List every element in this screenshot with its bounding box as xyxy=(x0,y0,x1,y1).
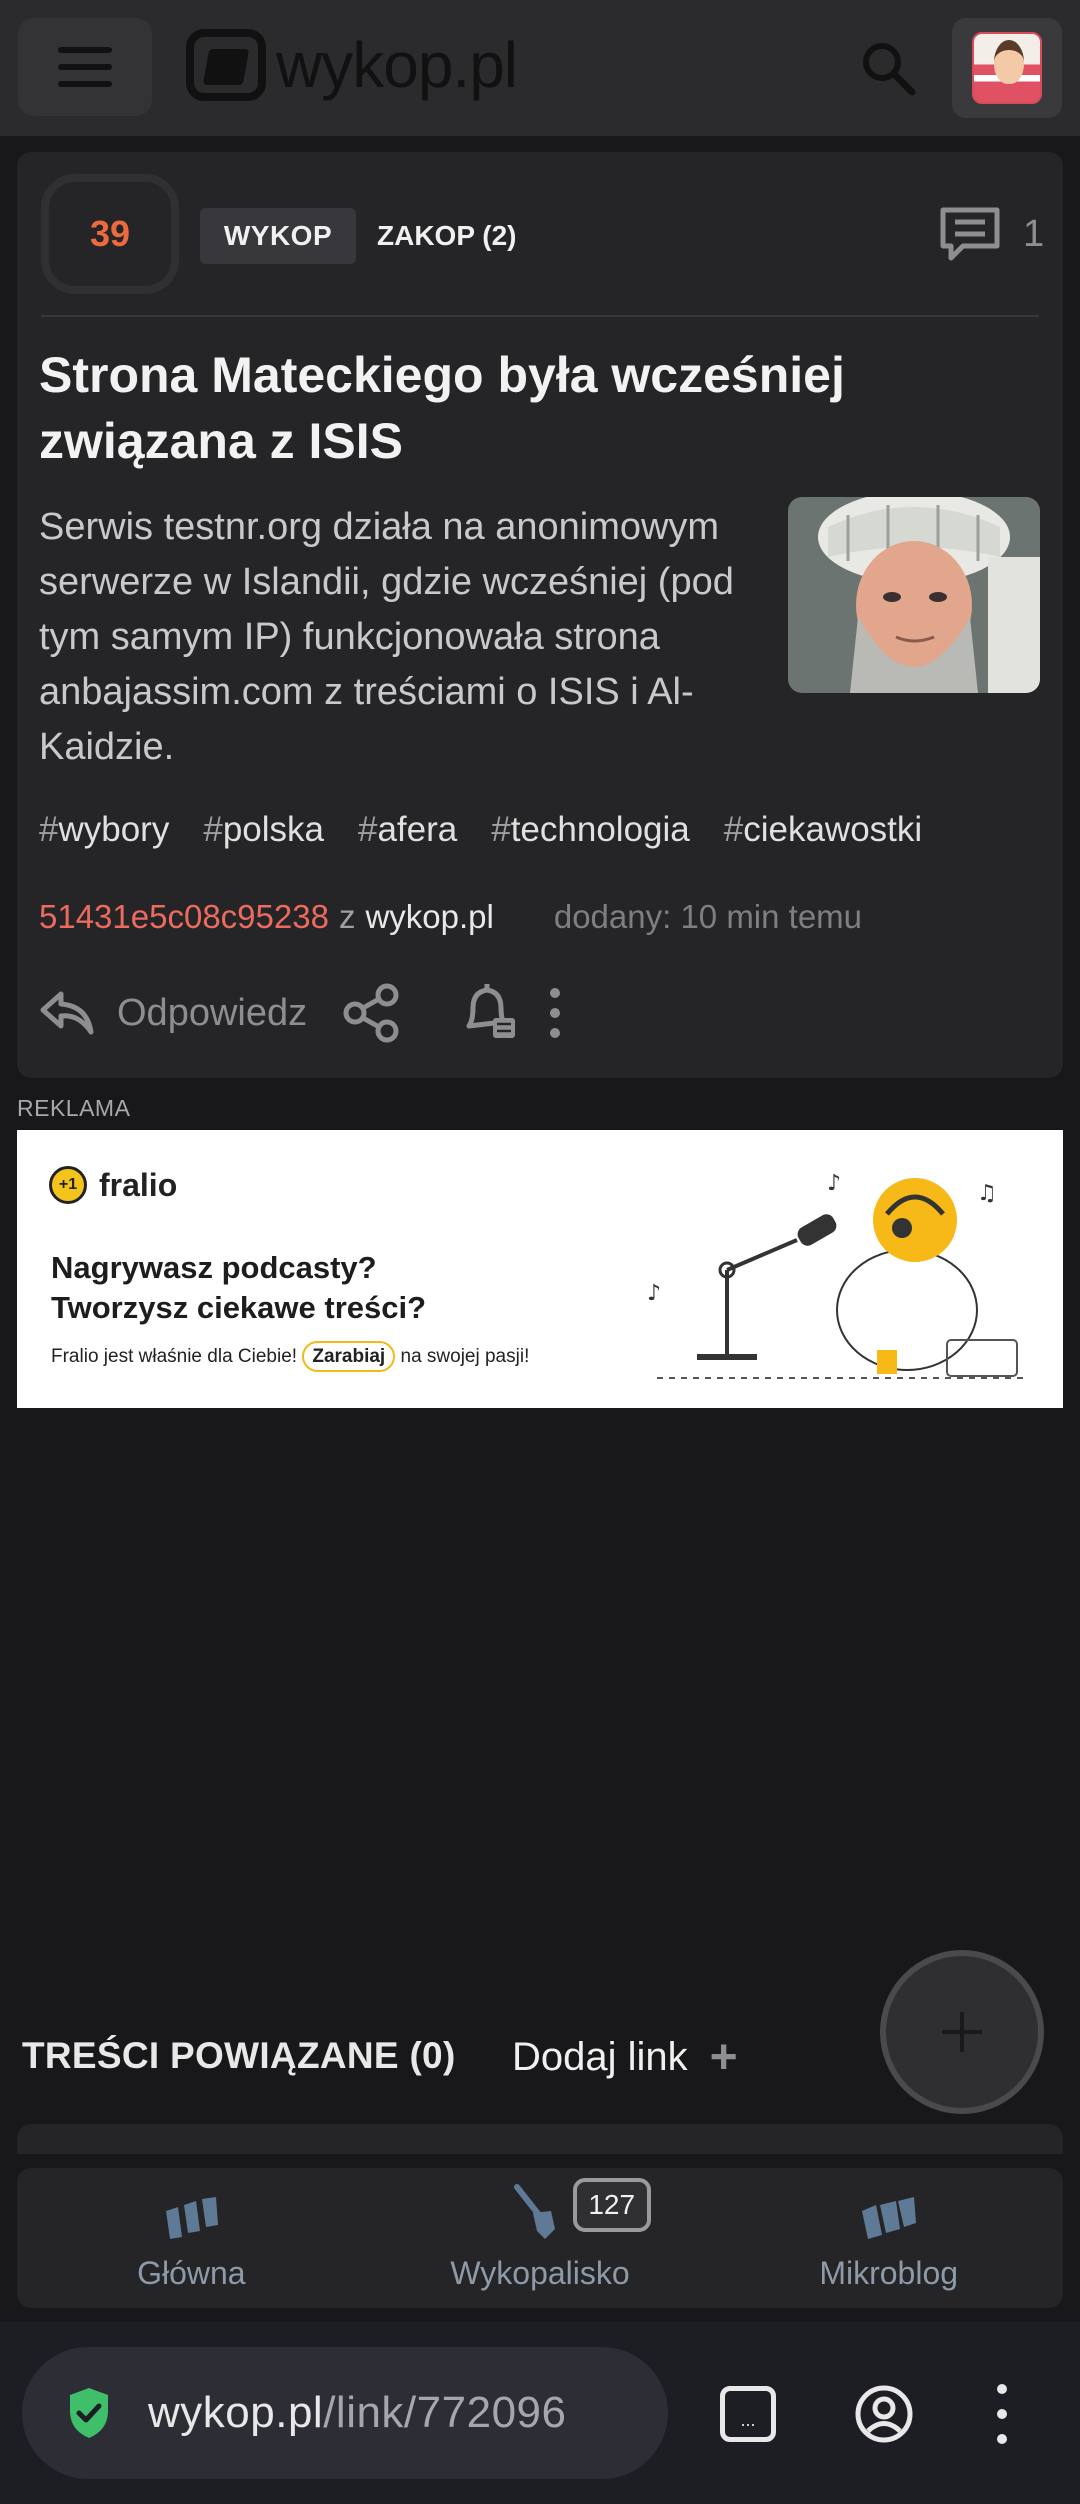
source-domain[interactable]: wykop.pl xyxy=(365,898,493,936)
fralio-logo-icon: +1 xyxy=(49,1166,87,1204)
zakop-button[interactable]: ZAKOP (2) xyxy=(377,208,517,264)
ad-label: REKLAMA xyxy=(17,1095,131,1121)
top-app-bar: wykop.pl xyxy=(0,0,1080,136)
nav-label: Główna xyxy=(137,2255,246,2291)
browser-toolbar: wykop.pl/link/772096 ... xyxy=(0,2322,1080,2504)
tag-ciekawostki[interactable]: #ciekawostki xyxy=(724,810,922,850)
plus-icon xyxy=(942,2012,982,2052)
fralio-logo: +1 fralio xyxy=(49,1166,177,1204)
bottom-navigation: Główna 127 Wykopalisko Mikroblog xyxy=(17,2168,1063,2308)
tag-technologia[interactable]: #technologia xyxy=(491,810,690,850)
notification-bell-icon[interactable] xyxy=(459,982,519,1044)
card-actions: Odpowiedz xyxy=(39,982,565,1044)
reply-icon xyxy=(39,991,94,1035)
reply-button[interactable]: Odpowiedz xyxy=(39,988,307,1038)
account-icon[interactable] xyxy=(854,2384,914,2444)
avatar xyxy=(972,32,1042,104)
plus-icon: + xyxy=(709,2031,738,2084)
add-link-button[interactable]: Dodaj link + xyxy=(512,2030,738,2085)
link-description: Serwis testnr.org działa na anonimowym s… xyxy=(39,506,734,768)
tabs-count: ... xyxy=(740,2410,756,2430)
podcast-illustration: ♪ ♫ ♪ xyxy=(647,1171,1027,1379)
shovel-icon xyxy=(514,2184,555,2239)
more-options-icon[interactable] xyxy=(545,983,565,1043)
nav-wykopalisko[interactable]: 127 Wykopalisko xyxy=(366,2168,715,2308)
svg-text:♪: ♪ xyxy=(827,1171,841,1196)
nav-mikroblog[interactable]: Mikroblog xyxy=(714,2168,1063,2308)
wykop-button[interactable]: WYKOP xyxy=(200,208,356,264)
hamburger-menu-button[interactable] xyxy=(18,18,152,116)
related-content-list xyxy=(17,2124,1063,2154)
comments-button[interactable]: 1 xyxy=(937,206,1044,262)
user-avatar-button[interactable] xyxy=(952,18,1062,118)
nav-label: Wykopalisko xyxy=(450,2255,630,2291)
tab-switcher-button[interactable]: ... xyxy=(720,2386,776,2442)
search-icon[interactable] xyxy=(858,38,918,98)
svg-text:♪: ♪ xyxy=(647,1281,661,1306)
reply-label: Odpowiedz xyxy=(117,991,308,1034)
add-link-label: Dodaj link xyxy=(512,2035,688,2079)
home-icon xyxy=(166,2197,219,2239)
divider xyxy=(41,315,1039,317)
ad-headline: Nagrywasz podcasty? Tworzysz ciekawe tre… xyxy=(51,1248,426,1328)
ad-subtext: Fralio jest właśnie dla Ciebie! Zarabiaj… xyxy=(51,1341,529,1372)
tag-wybory[interactable]: #wybory xyxy=(39,810,169,850)
share-icon[interactable] xyxy=(341,983,403,1043)
link-card: 39 WYKOP ZAKOP (2) 1 Strona Mateckiego b… xyxy=(17,152,1063,1078)
vote-count: 39 xyxy=(41,174,179,294)
ad-headline-line-1: Nagrywasz podcasty? xyxy=(51,1250,377,1285)
browser-menu-button[interactable] xyxy=(992,2384,1012,2444)
advertisement-banner[interactable]: +1 fralio Nagrywasz podcasty? Tworzysz c… xyxy=(17,1130,1063,1408)
tag-polska[interactable]: #polska xyxy=(203,810,324,850)
wykopalisko-count-badge: 127 xyxy=(572,2178,651,2232)
wykop-logo-icon xyxy=(186,29,266,101)
ad-headline-line-2: Tworzysz ciekawe treści? xyxy=(51,1290,427,1325)
link-meta: 51431e5c08c95238 z wykop.pl dodany: 10 m… xyxy=(39,898,862,936)
menu-icon xyxy=(58,47,112,87)
logo-text: wykop.pl xyxy=(276,29,518,101)
url-text: wykop.pl/link/772096 xyxy=(148,2388,567,2437)
link-thumbnail[interactable] xyxy=(788,497,1040,693)
nav-label: Mikroblog xyxy=(819,2255,959,2291)
comments-count: 1 xyxy=(1023,212,1045,255)
from-label: z xyxy=(338,898,356,935)
wykop-logo[interactable]: wykop.pl xyxy=(186,28,518,102)
added-time: dodany: 10 min temu xyxy=(553,898,863,935)
url-bar[interactable]: wykop.pl/link/772096 xyxy=(22,2347,668,2479)
comment-icon xyxy=(940,207,1000,261)
svg-text:♫: ♫ xyxy=(977,1181,997,1206)
floating-add-button[interactable] xyxy=(880,1950,1044,2114)
secure-shield-icon[interactable] xyxy=(66,2386,112,2440)
fralio-brand: fralio xyxy=(99,1166,178,1203)
mikroblog-icon xyxy=(861,2197,916,2239)
tag-afera[interactable]: #afera xyxy=(358,810,457,850)
ad-highlight: Zarabiaj xyxy=(302,1341,396,1372)
link-title[interactable]: Strona Mateckiego była wcześniej związan… xyxy=(39,342,1039,474)
tag-list: #wybory #polska #afera #technologia #cie… xyxy=(39,810,922,850)
nav-glowna[interactable]: Główna xyxy=(17,2168,366,2308)
related-content-heading: TREŚCI POWIĄZANE (0) xyxy=(22,2035,456,2076)
author-link[interactable]: 51431e5c08c95238 xyxy=(39,898,329,936)
